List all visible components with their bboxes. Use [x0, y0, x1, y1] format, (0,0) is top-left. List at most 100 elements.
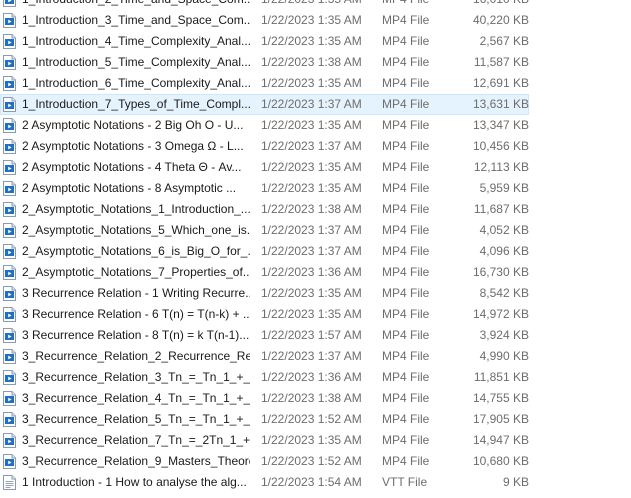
file-name: 2_Asymptotic_Notations_7_Properties_of..…	[22, 265, 250, 279]
file-name: 2_Asymptotic_Notations_5_Which_one_is...	[22, 223, 250, 237]
file-row[interactable]: 1_Introduction_5_Time_Complexity_Anal...…	[0, 52, 529, 73]
file-date-modified: 1/22/2023 1:35 AM	[261, 307, 362, 321]
file-row-selected[interactable]: 1_Introduction_7_Types_of_Time_Compl... 1…	[0, 94, 529, 115]
file-row[interactable]: 1_Introduction_2_Time_and_Space_Com... 1/…	[0, 0, 529, 10]
file-row[interactable]: 2_Asymptotic_Notations_7_Properties_of..…	[0, 262, 529, 283]
file-date-modified: 1/22/2023 1:35 AM	[261, 118, 362, 132]
file-size: 4,052 KB	[479, 223, 529, 237]
file-date-modified: 1/22/2023 1:35 AM	[261, 34, 362, 48]
file-name: 2_Asymptotic_Notations_6_is_Big_O_for_..…	[22, 244, 250, 258]
file-row[interactable]: 2 Asymptotic Notations - 2 Big Oh O - U.…	[0, 115, 529, 136]
file-date-modified: 1/22/2023 1:52 AM	[261, 454, 362, 468]
file-row[interactable]: 3_Recurrence_Relation_2_Recurrence_Rel..…	[0, 346, 529, 367]
file-size: 10,456 KB	[472, 139, 529, 153]
file-date-modified: 1/22/2023 1:36 AM	[261, 370, 362, 384]
file-row[interactable]: 2_Asymptotic_Notations_5_Which_one_is...…	[0, 220, 529, 241]
video-file-icon	[3, 181, 16, 196]
file-size: 14,947 KB	[472, 433, 529, 447]
file-date-modified: 1/22/2023 1:35 AM	[261, 181, 362, 195]
file-name: 1_Introduction_2_Time_and_Space_Com...	[22, 0, 250, 9]
file-row[interactable]: 2 Asymptotic Notations - 8 Asymptotic ..…	[0, 178, 529, 199]
video-file-icon	[3, 160, 16, 175]
video-file-icon	[3, 244, 16, 259]
file-date-modified: 1/22/2023 1:37 AM	[261, 97, 362, 111]
file-name: 3_Recurrence_Relation_4_Tn_=_Tn_1_+_n...	[22, 391, 250, 405]
file-size: 4,990 KB	[479, 349, 529, 363]
video-file-icon	[3, 454, 16, 469]
video-file-icon	[3, 391, 16, 406]
file-row[interactable]: 3 Recurrence Relation - 1 Writing Recurr…	[0, 283, 529, 304]
file-date-modified: 1/22/2023 1:35 AM	[261, 286, 362, 300]
video-file-icon	[3, 118, 16, 133]
file-name: 1_Introduction_7_Types_of_Time_Compl...	[22, 97, 250, 111]
file-name: 3 Recurrence Relation - 6 T(n) = T(n-k) …	[22, 307, 250, 321]
file-date-modified: 1/22/2023 1:35 AM	[261, 160, 362, 174]
file-size: 4,096 KB	[479, 244, 529, 258]
file-name: 3_Recurrence_Relation_9_Masters_Theore..…	[22, 454, 250, 468]
video-file-icon	[3, 286, 16, 301]
file-date-modified: 1/22/2023 1:37 AM	[261, 139, 362, 153]
file-row[interactable]: 2 Asymptotic Notations - 3 Omega Ω - L..…	[0, 136, 529, 157]
file-name: 1_Introduction_4_Time_Complexity_Anal...	[22, 34, 250, 48]
file-size: 13,347 KB	[472, 118, 529, 132]
video-file-icon	[3, 370, 16, 385]
file-size: 13,631 KB	[472, 97, 529, 111]
file-row[interactable]: 1_Introduction_3_Time_and_Space_Com... 1/…	[0, 10, 529, 31]
file-size: 8,542 KB	[479, 286, 529, 300]
file-name: 3_Recurrence_Relation_5_Tn_=_Tn_1_+_lo..…	[22, 412, 250, 426]
file-size: 3,924 KB	[479, 328, 529, 342]
file-date-modified: 1/22/2023 1:37 AM	[261, 223, 362, 237]
file-date-modified: 1/22/2023 1:35 AM	[261, 433, 362, 447]
file-size: 16,730 KB	[472, 265, 529, 279]
file-name: 2 Asymptotic Notations - 4 Theta Θ - Av.…	[22, 160, 242, 174]
file-row[interactable]: 3 Recurrence Relation - 6 T(n) = T(n-k) …	[0, 304, 529, 325]
video-file-icon	[3, 265, 16, 280]
video-file-icon	[3, 55, 16, 70]
file-name: 2_Asymptotic_Notations_1_Introduction_..…	[22, 202, 250, 216]
video-file-icon	[3, 328, 16, 343]
text-file-icon	[3, 475, 16, 490]
file-date-modified: 1/22/2023 1:35 AM	[261, 0, 371, 9]
file-list: 1_Introduction_2_Time_and_Space_Com... 1/…	[0, 0, 631, 493]
file-name: 3_Recurrence_Relation_2_Recurrence_Rel..…	[22, 349, 250, 363]
file-row[interactable]: 3_Recurrence_Relation_5_Tn_=_Tn_1_+_lo..…	[0, 409, 529, 430]
video-file-icon	[3, 0, 16, 7]
file-row[interactable]: 2 Asymptotic Notations - 4 Theta Θ - Av.…	[0, 157, 529, 178]
file-date-modified: 1/22/2023 1:35 AM	[261, 13, 362, 27]
video-file-icon	[3, 76, 16, 91]
file-date-modified: 1/22/2023 1:52 AM	[261, 412, 362, 426]
file-date-modified: 1/22/2023 1:54 AM	[261, 475, 362, 489]
file-row[interactable]: 2_Asymptotic_Notations_1_Introduction_..…	[0, 199, 529, 220]
file-name: 2 Asymptotic Notations - 3 Omega Ω - L..…	[22, 139, 244, 153]
file-row[interactable]: 3_Recurrence_Relation_7_Tn_=_2Tn_1_+_...…	[0, 430, 529, 451]
video-file-icon	[3, 412, 16, 427]
file-name: 2 Asymptotic Notations - 8 Asymptotic ..…	[22, 181, 237, 195]
file-row[interactable]: 3 Recurrence Relation - 8 T(n) = k T(n-1…	[0, 325, 529, 346]
file-name: 3 Recurrence Relation - 1 Writing Recurr…	[22, 286, 250, 300]
video-file-icon	[3, 433, 16, 448]
file-size: 40,220 KB	[472, 13, 529, 27]
file-date-modified: 1/22/2023 1:36 AM	[261, 265, 362, 279]
video-file-icon	[3, 34, 16, 49]
file-row[interactable]: 3_Recurrence_Relation_9_Masters_Theore..…	[0, 451, 529, 472]
video-file-icon	[3, 139, 16, 154]
video-file-icon	[3, 349, 16, 364]
file-row[interactable]: 1_Introduction_6_Time_Complexity_Anal...…	[0, 73, 529, 94]
file-date-modified: 1/22/2023 1:38 AM	[261, 202, 362, 216]
file-size: 2,567 KB	[479, 34, 529, 48]
file-size: 11,687 KB	[473, 202, 529, 216]
file-size: 12,691 KB	[472, 76, 529, 90]
file-date-modified: 1/22/2023 1:38 AM	[261, 55, 362, 69]
file-row[interactable]: 3_Recurrence_Relation_3_Tn_=_Tn_1_+_1...…	[0, 367, 529, 388]
file-name: 2 Asymptotic Notations - 2 Big Oh O - U.…	[22, 118, 244, 132]
file-size: 11,587 KB	[473, 55, 529, 69]
file-date-modified: 1/22/2023 1:38 AM	[261, 391, 362, 405]
file-row[interactable]: 1 Introduction - 1 How to analyse the al…	[0, 472, 529, 493]
file-row[interactable]: 2_Asymptotic_Notations_6_is_Big_O_for_..…	[0, 241, 529, 262]
file-row[interactable]: 1_Introduction_4_Time_Complexity_Anal...…	[0, 31, 529, 52]
file-size: 17,905 KB	[472, 412, 529, 426]
file-size: 11,851 KB	[473, 370, 529, 384]
video-file-icon	[3, 202, 16, 217]
file-row[interactable]: 3_Recurrence_Relation_4_Tn_=_Tn_1_+_n...…	[0, 388, 529, 409]
video-file-icon	[3, 223, 16, 238]
